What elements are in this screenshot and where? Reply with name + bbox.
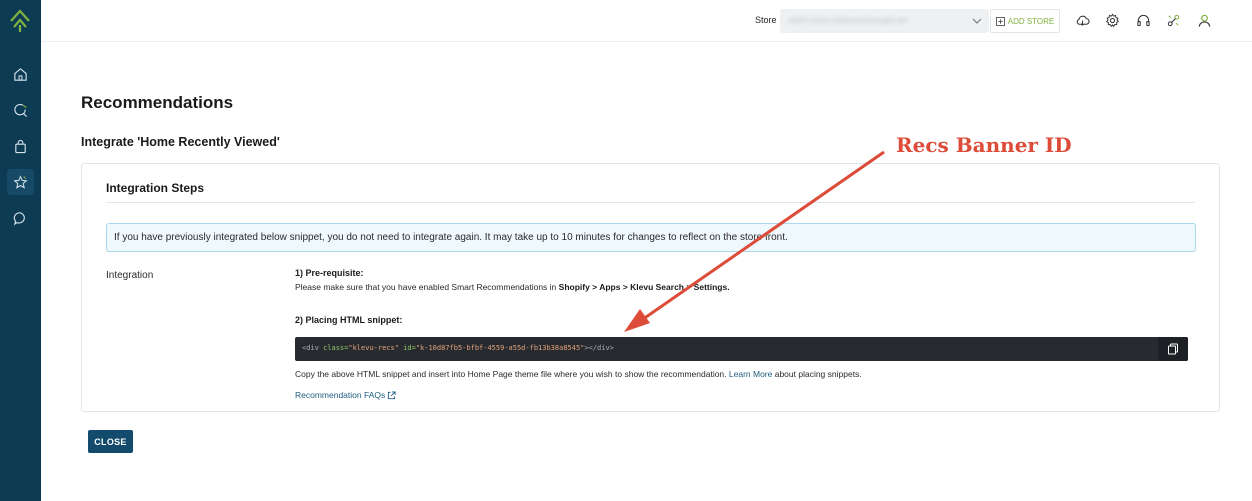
headset-icon [1137,14,1150,27]
page-title: Recommendations [81,93,234,112]
learn-more-link[interactable]: Learn More [729,369,772,379]
account-button[interactable] [1196,12,1213,29]
step1-title: 1) Pre-requisite: [295,268,364,278]
settings-button[interactable] [1104,12,1121,29]
step1-prefix: Please make sure that you have enabled S… [295,282,559,292]
faq-link-label: Recommendation FAQs [295,390,386,400]
chevron-down-icon [972,18,982,24]
integrations-button[interactable] [1165,12,1182,29]
home-icon [14,67,27,81]
search-icon [14,103,27,117]
copy-text-suffix: about placing snippets. [772,369,862,379]
cloud-icon [1076,15,1090,26]
snippet-code: <div class="klevu-recs" id="k-10d87fb5-b… [302,344,614,352]
code-snippet[interactable]: <div class="klevu-recs" id="k-10d87fb5-b… [295,337,1188,361]
snippet-id-value: "k-10d87fb5-bfbf-4559-a55d-fb13b38a8545" [415,344,585,352]
copy-instructions: Copy the above HTML snippet and insert i… [295,369,862,379]
snippet-id-attr: id= [398,344,416,352]
plus-square-icon [995,16,1005,26]
integration-label: Integration [106,270,154,281]
snippet-close: ></div> [584,344,614,352]
copy-button[interactable] [1158,337,1188,361]
integration-icon [1167,14,1180,27]
step2-title: 2) Placing HTML snippet: [295,315,403,325]
card-title: Integration Steps [106,181,205,195]
support-button[interactable] [1135,12,1152,29]
star-icon [13,174,28,189]
snippet-class-attr: class= [323,344,349,352]
add-store-button[interactable]: ADD STORE [990,9,1060,33]
snippet-class-value: "klevu-recs" [348,344,399,352]
cloud-button[interactable] [1074,12,1091,29]
sidebar-item-recommendations[interactable] [7,169,34,195]
store-select-value: delrtt store heleemuhirrrnpls.wn [789,16,908,25]
store-select[interactable]: delrtt store heleemuhirrrnpls.wn [780,9,989,33]
copy-text-prefix: Copy the above HTML snippet and insert i… [295,369,729,379]
step1-path: Shopify > Apps > Klevu Search > Settings… [558,282,730,292]
sidebar-item-shop[interactable] [7,133,34,159]
integration-card: Integration Steps If you have previously… [81,163,1220,412]
close-button[interactable]: CLOSE [88,430,133,453]
external-link-icon [388,390,396,399]
annotation-label: Recs Banner ID [896,133,1072,157]
logo-icon[interactable] [9,9,31,33]
gear-icon [1105,13,1120,28]
faq-link[interactable]: Recommendation FAQs [295,390,396,400]
user-icon [1198,14,1211,27]
step1-text: Please make sure that you have enabled S… [295,282,730,292]
sidebar-item-home[interactable] [7,61,34,87]
sidebar-item-chat[interactable] [7,205,34,231]
snippet-open: <div [302,344,324,352]
copy-icon [1168,343,1178,355]
add-store-label: ADD STORE [1007,16,1055,26]
store-label: Store [755,15,777,25]
sidebar [0,0,41,501]
card-divider [106,202,1195,203]
info-alert: If you have previously integrated below … [106,223,1196,252]
page-subtitle: Integrate 'Home Recently Viewed' [81,135,280,149]
shopping-bag-icon [15,139,26,153]
topbar: Store delrtt store heleemuhirrrnpls.wn A… [41,0,1252,42]
sidebar-item-search[interactable] [7,97,34,123]
chat-icon [13,211,25,226]
